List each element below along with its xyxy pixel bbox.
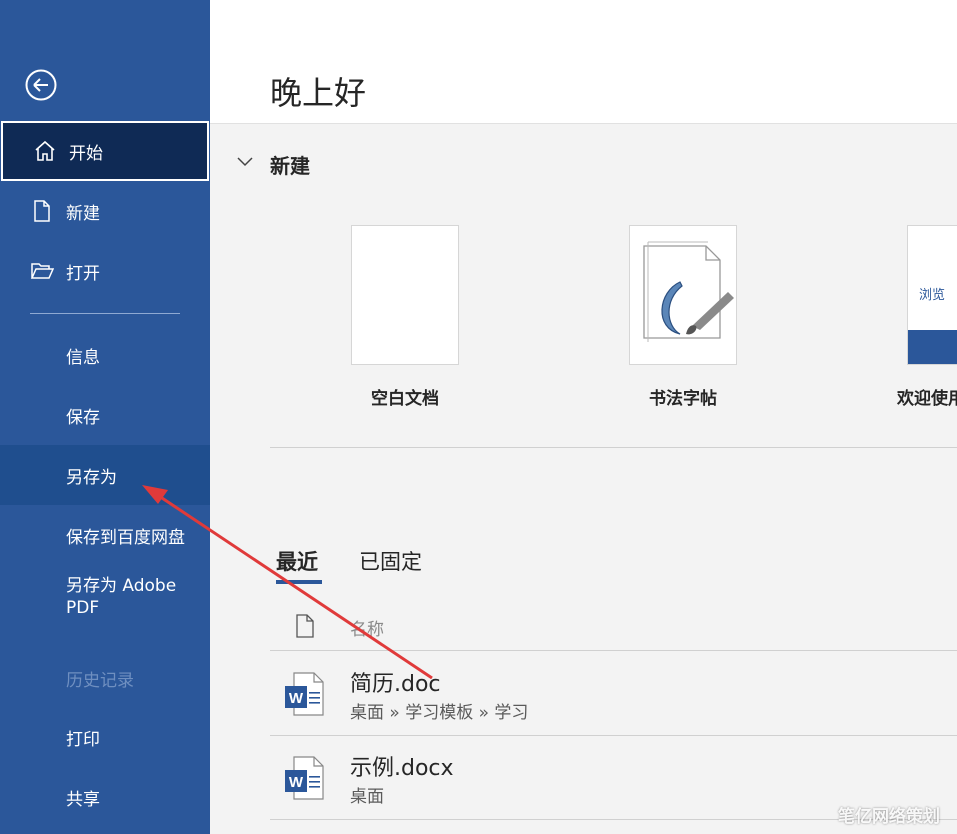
template-label: 空白文档 xyxy=(371,389,439,409)
collapse-chevron-icon[interactable] xyxy=(236,155,254,169)
sidebar-item-label: 另存为 xyxy=(66,467,117,488)
new-section-title: 新建 xyxy=(270,154,310,178)
sidebar-item-save-to-baidu[interactable]: 保存到百度网盘 xyxy=(0,505,210,565)
back-button[interactable] xyxy=(25,69,57,101)
sidebar-item-info[interactable]: 信息 xyxy=(0,325,210,385)
sidebar-item-label: 保存 xyxy=(66,407,100,428)
tab-pinned[interactable]: 已固定 xyxy=(359,546,422,576)
column-header-name[interactable]: 名称 xyxy=(350,615,384,640)
file-path: 桌面 xyxy=(350,787,384,807)
sidebar-item-label: 历史记录 xyxy=(66,670,134,691)
backstage-header: 晚上好 xyxy=(210,0,957,123)
templates-divider xyxy=(270,447,957,448)
tab-recent[interactable]: 最近 xyxy=(276,546,318,576)
file-name: 简历.doc xyxy=(350,672,441,697)
new-document-icon xyxy=(30,199,54,223)
sidebar-item-new[interactable]: 新建 xyxy=(0,181,210,241)
template-thumb-bar xyxy=(908,330,957,364)
home-icon xyxy=(33,139,57,163)
folder-open-icon xyxy=(30,259,54,283)
back-arrow-icon xyxy=(25,69,57,101)
svg-text:W: W xyxy=(289,774,304,791)
template-thumb-text: 浏览 xyxy=(919,288,946,303)
sidebar-divider xyxy=(30,313,180,314)
template-calligraphy[interactable] xyxy=(629,225,737,365)
watermark-text: 笔亿网络策划 xyxy=(838,807,940,827)
backstage-sidebar: 开始 新建 打开 信息 保存 另存为 保存到百度网盘 另存为 Adobe PDF… xyxy=(0,0,210,834)
sidebar-item-label: 打开 xyxy=(66,263,100,284)
sidebar-item-label: 打印 xyxy=(66,729,100,750)
sidebar-item-history: 历史记录 xyxy=(0,648,210,708)
tab-active-indicator xyxy=(276,580,322,584)
template-label: 书法字帖 xyxy=(649,389,717,409)
sidebar-item-label: 新建 xyxy=(66,203,100,224)
file-path: 桌面 » 学习模板 » 学习 xyxy=(350,703,529,723)
header-divider xyxy=(210,123,957,124)
sidebar-item-share[interactable]: 共享 xyxy=(0,767,210,827)
sidebar-item-label: 开始 xyxy=(69,143,103,164)
sidebar-item-home[interactable]: 开始 xyxy=(1,121,209,181)
file-type-icon xyxy=(294,613,316,639)
sidebar-item-print[interactable]: 打印 xyxy=(0,707,210,767)
sidebar-item-label: 共享 xyxy=(66,789,100,810)
row-divider xyxy=(270,650,957,651)
word-document-icon: W xyxy=(282,670,326,718)
greeting-title: 晚上好 xyxy=(270,74,367,112)
file-name: 示例.docx xyxy=(350,756,454,781)
template-label: 欢迎使用 xyxy=(897,389,957,409)
sidebar-item-save-as[interactable]: 另存为 xyxy=(0,445,210,505)
word-document-icon: W xyxy=(282,754,326,802)
sidebar-item-open[interactable]: 打开 xyxy=(0,241,210,301)
svg-text:W: W xyxy=(289,690,304,707)
template-welcome[interactable]: 浏览 xyxy=(907,225,957,365)
sidebar-item-label: 信息 xyxy=(66,347,100,368)
sidebar-item-save[interactable]: 保存 xyxy=(0,385,210,445)
file-row[interactable]: W 简历.doc 桌面 » 学习模板 » 学习 xyxy=(270,652,957,734)
sidebar-item-save-as-pdf[interactable]: 另存为 Adobe PDF xyxy=(0,575,210,637)
sidebar-item-label: 另存为 Adobe PDF xyxy=(66,576,177,618)
template-blank-document[interactable] xyxy=(351,225,459,365)
calligraphy-brush-icon xyxy=(643,241,734,342)
sidebar-item-label: 保存到百度网盘 xyxy=(66,527,185,548)
